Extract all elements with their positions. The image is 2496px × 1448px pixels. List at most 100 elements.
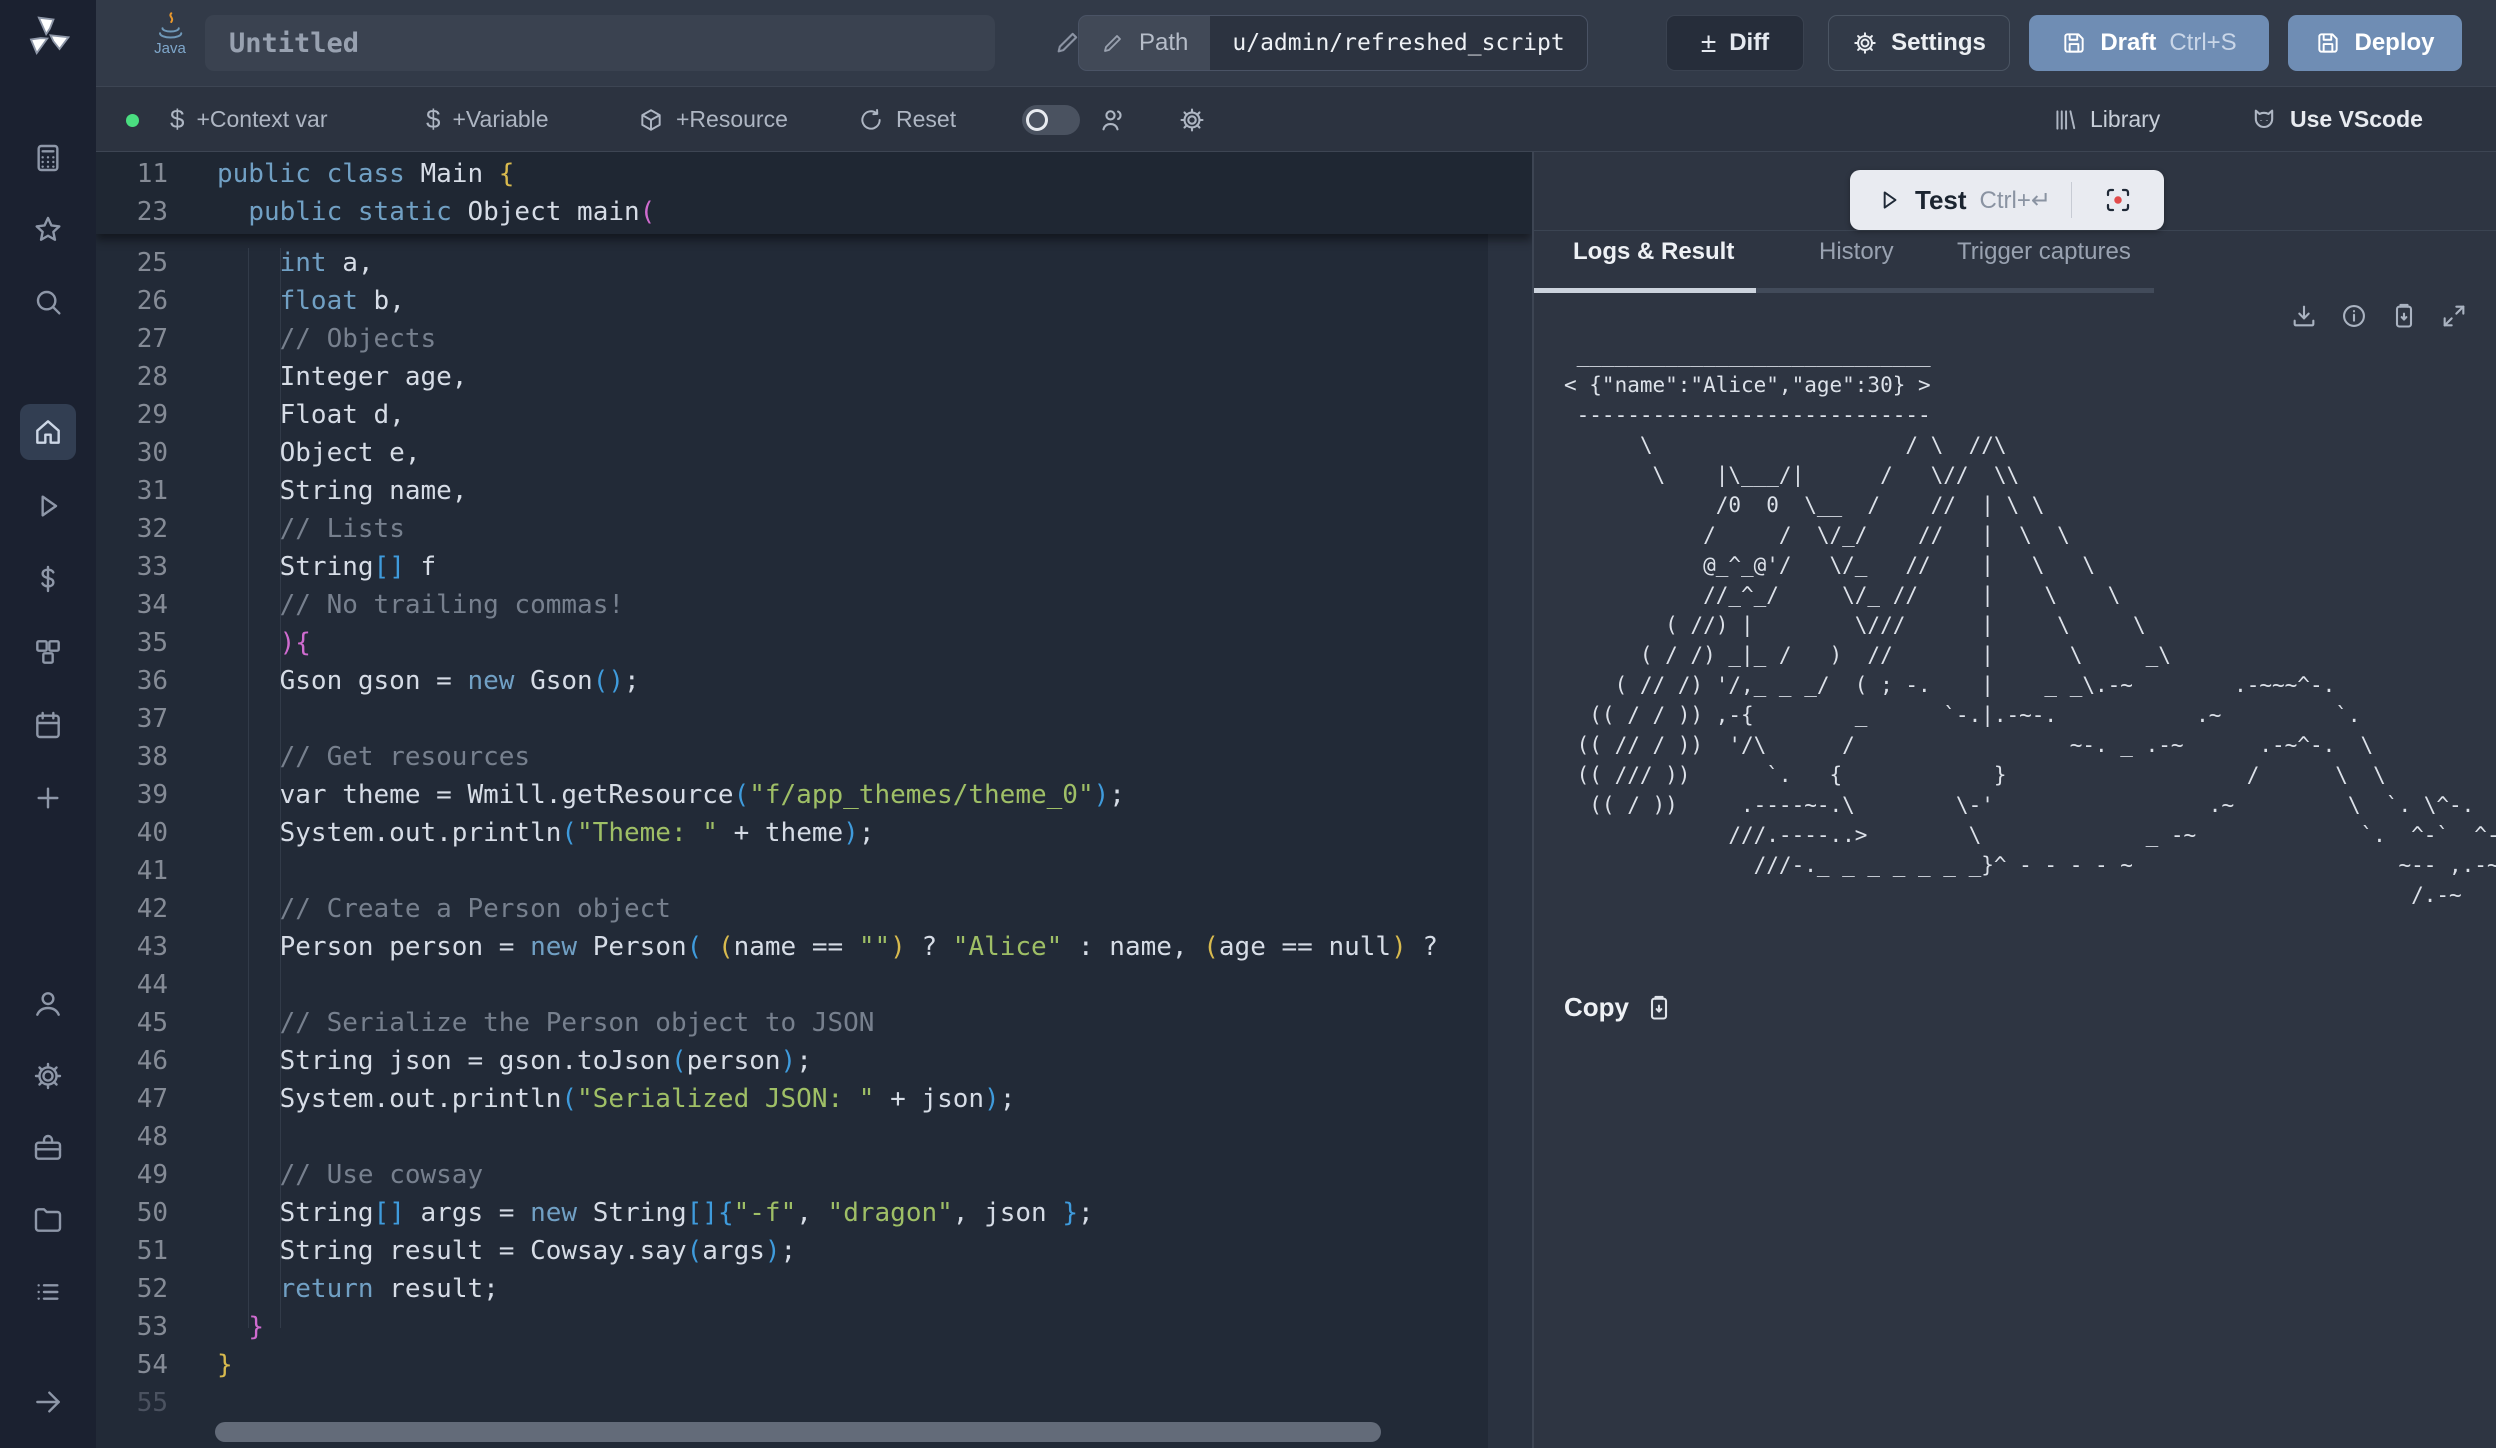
line-number: 37 <box>96 700 168 738</box>
plus-icon[interactable] <box>20 770 76 826</box>
add-variable-button[interactable]: $ +Variable <box>426 88 549 152</box>
star-icon[interactable] <box>20 202 76 258</box>
tab-logs-result[interactable]: Logs & Result <box>1573 238 1773 284</box>
result-tabs: Logs & Result History Trigger captures <box>1534 238 2157 284</box>
add-variable-label: +Variable <box>452 106 548 133</box>
download-result-icon[interactable] <box>2290 302 2318 333</box>
calculator-icon[interactable] <box>20 130 76 186</box>
line-number: 28 <box>96 358 168 396</box>
line-number: 52 <box>96 1270 168 1308</box>
line-number: 40 <box>96 814 168 852</box>
save-icon <box>2061 30 2087 56</box>
code-line: 46 String json = gson.toJson(person); <box>96 1042 1532 1080</box>
test-button[interactable]: Test Ctrl+↵ <box>1850 170 2071 230</box>
add-resource-button[interactable]: +Resource <box>638 88 788 152</box>
line-number: 23 <box>96 193 168 231</box>
copy-json-clipboard-icon[interactable] <box>2390 302 2418 333</box>
code-line: 41 <box>96 852 1532 890</box>
panel-divider <box>1534 230 2496 231</box>
draft-button[interactable]: Draft Ctrl+S <box>2029 15 2269 71</box>
settings-gear-icon[interactable] <box>20 1048 76 1104</box>
script-title-input[interactable] <box>205 15 995 71</box>
editor-toolbar: $ +Context var $ +Variable +Resource Res… <box>96 88 2496 152</box>
line-number: 33 <box>96 548 168 586</box>
deploy-button[interactable]: Deploy <box>2288 15 2462 71</box>
library-label: Library <box>2090 106 2160 133</box>
list-icon[interactable] <box>20 1264 76 1320</box>
line-number: 31 <box>96 472 168 510</box>
diff-label: Diff <box>1729 29 1769 57</box>
code-line: 52 return result; <box>96 1270 1532 1308</box>
gear-icon <box>1178 106 1206 134</box>
line-number: 53 <box>96 1308 168 1346</box>
tab-trigger-captures[interactable]: Trigger captures <box>1957 238 2157 284</box>
code-lines: 25 int a,26 float b,27 // Objects28 Inte… <box>96 244 1532 1422</box>
code-editor[interactable]: 11public class Main {23 public static Ob… <box>96 152 1532 1448</box>
code-line: 50 String[] args = new String[]{"-f", "d… <box>96 1194 1532 1232</box>
line-number: 48 <box>96 1118 168 1156</box>
result-info-icon[interactable] <box>2340 302 2368 333</box>
line-number: 32 <box>96 510 168 548</box>
editor-settings-gear-icon[interactable] <box>1178 88 1206 152</box>
settings-label: Settings <box>1891 29 1986 57</box>
status-dot <box>126 114 139 127</box>
horizontal-scrollbar-thumb[interactable] <box>215 1422 1381 1442</box>
user-icon[interactable] <box>20 976 76 1032</box>
library-button[interactable]: Library <box>2052 88 2160 152</box>
line-number: 46 <box>96 1042 168 1080</box>
copy-result-button[interactable]: Copy <box>1564 992 1673 1023</box>
add-context-var-button[interactable]: $ +Context var <box>170 88 328 152</box>
diff-button[interactable]: ± Diff <box>1666 15 1804 71</box>
reset-button[interactable]: Reset <box>858 88 956 152</box>
test-shortcut: Ctrl+↵ <box>1980 186 2051 215</box>
line-number: 43 <box>96 928 168 966</box>
clipboard-icon <box>1645 994 1673 1022</box>
code-line: 54} <box>96 1346 1532 1384</box>
search-icon[interactable] <box>20 274 76 330</box>
capture-test-icon[interactable] <box>2072 170 2164 230</box>
code-line: 29 Float d, <box>96 396 1532 434</box>
code-line: 40 System.out.println("Theme: " + theme)… <box>96 814 1532 852</box>
folder-icon[interactable] <box>20 1192 76 1248</box>
copy-label: Copy <box>1564 992 1629 1023</box>
line-number: 45 <box>96 1004 168 1042</box>
code-line: 25 int a, <box>96 244 1532 282</box>
settings-button[interactable]: Settings <box>1828 15 2010 71</box>
line-number: 36 <box>96 662 168 700</box>
test-button-group: Test Ctrl+↵ <box>1850 170 2164 230</box>
calendar-icon[interactable] <box>20 697 76 753</box>
line-number: 25 <box>96 244 168 282</box>
code-line: 27 // Objects <box>96 320 1532 358</box>
result-toolbar <box>2290 302 2468 333</box>
save-icon <box>2315 30 2341 56</box>
right-panel: Test Ctrl+↵ Logs & Result History Trigge… <box>1532 152 2496 1448</box>
users-button[interactable] <box>1100 88 1128 152</box>
code-line: 35 ){ <box>96 624 1532 662</box>
play-icon[interactable] <box>20 478 76 534</box>
java-language-badge: Java <box>140 12 200 57</box>
home-icon[interactable] <box>20 404 76 460</box>
line-number: 42 <box>96 890 168 928</box>
diff-mode-toggle[interactable] <box>1022 105 1080 135</box>
use-vscode-button[interactable]: Use VScode <box>2250 88 2423 152</box>
arrow-right-icon[interactable] <box>20 1374 76 1430</box>
toolbox-icon[interactable] <box>20 1120 76 1176</box>
code-line: 48 <box>96 1118 1532 1156</box>
line-number: 54 <box>96 1346 168 1384</box>
dollar-icon: $ <box>170 104 184 135</box>
line-number: 47 <box>96 1080 168 1118</box>
dollar-icon[interactable] <box>20 551 76 607</box>
diff-icon: ± <box>1701 27 1716 59</box>
expand-result-icon[interactable] <box>2440 302 2468 333</box>
line-number: 34 <box>96 586 168 624</box>
tab-history[interactable]: History <box>1819 238 1909 284</box>
cowsay-dragon-output: ____________________________ < {"name":"… <box>1564 340 2496 910</box>
language-label: Java <box>154 40 186 57</box>
path-chip[interactable]: Path u/admin/refreshed_script <box>1078 15 1588 71</box>
line-number: 39 <box>96 776 168 814</box>
boxes-icon[interactable] <box>20 624 76 680</box>
windmill-logo[interactable] <box>20 8 76 64</box>
line-number: 55 <box>96 1384 168 1422</box>
users-icon <box>1100 106 1128 134</box>
vscode-icon <box>2250 106 2278 134</box>
